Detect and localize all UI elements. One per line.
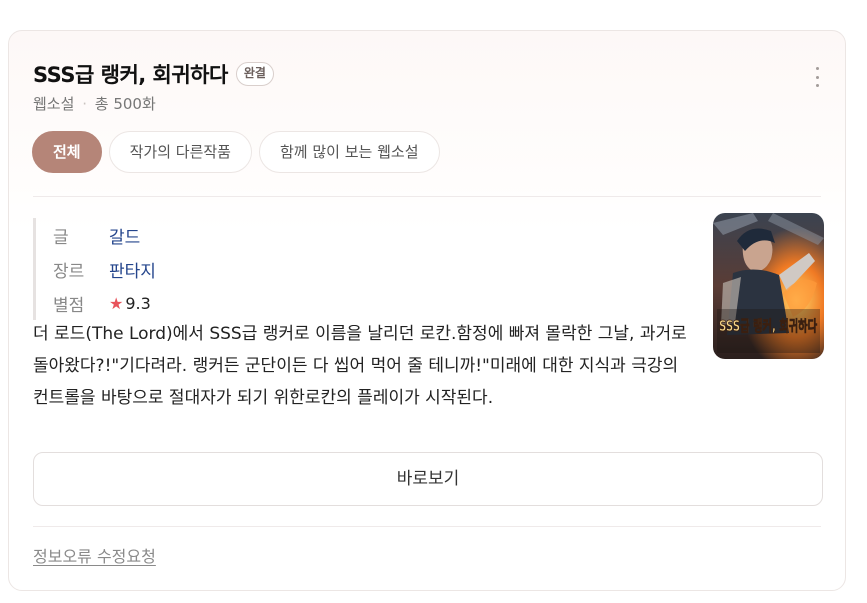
episode-count: 총 500화	[94, 95, 156, 113]
genre-link[interactable]: 판타지	[109, 257, 156, 282]
author-link[interactable]: 갈드	[109, 223, 140, 248]
description: 더 로드(The Lord)에서 SSS급 랭커로 이름을 날리던 로칸.함정에…	[33, 324, 687, 408]
genre-row: 장르 판타지	[53, 252, 156, 286]
subtitle: 웹소설 · 총 500화	[33, 93, 156, 114]
more-vertical-icon[interactable]	[809, 67, 825, 87]
cover-image[interactable]: SSS급 랭커, 회귀하다	[713, 213, 824, 359]
info-list: 글 갈드 장르 판타지 별점 ★ 9.3	[33, 218, 156, 320]
genre-label: 장르	[53, 261, 85, 282]
author-row: 글 갈드	[53, 218, 156, 252]
rating: ★ 9.3	[109, 294, 151, 313]
divider-bottom	[33, 526, 821, 527]
rating-label: 별점	[53, 295, 85, 316]
tab-related-webnovels[interactable]: 함께 많이 보는 웹소설	[258, 131, 440, 173]
rating-row: 별점 ★ 9.3	[53, 286, 156, 320]
webnovel-info-card: SSS급 랭커, 회귀하다 완결 웹소설 · 총 500화 전체 작가의 다른작…	[8, 30, 846, 591]
tab-author-other-works[interactable]: 작가의 다른작품	[108, 131, 252, 173]
author-label: 글	[53, 227, 69, 248]
divider-top	[33, 196, 821, 197]
page-title: SSS급 랭커, 회귀하다	[33, 63, 228, 87]
title-row: SSS급 랭커, 회귀하다 완결	[33, 59, 274, 89]
cover-artwork: SSS급 랭커, 회귀하다	[713, 213, 824, 359]
view-now-button[interactable]: 바로보기	[33, 452, 823, 506]
tab-all[interactable]: 전체	[32, 131, 102, 173]
status-badge: 완결	[235, 62, 274, 86]
cover-title-text: SSS급 랭커, 회귀하다	[719, 317, 817, 335]
category-label: 웹소설	[33, 95, 75, 113]
star-icon: ★	[109, 293, 124, 313]
rating-value: 9.3	[125, 293, 151, 313]
separator-dot: ·	[82, 95, 87, 113]
tab-bar: 전체 작가의 다른작품 함께 많이 보는 웹소설	[32, 131, 447, 173]
report-error-link[interactable]: 정보오류 수정요청	[33, 543, 156, 567]
